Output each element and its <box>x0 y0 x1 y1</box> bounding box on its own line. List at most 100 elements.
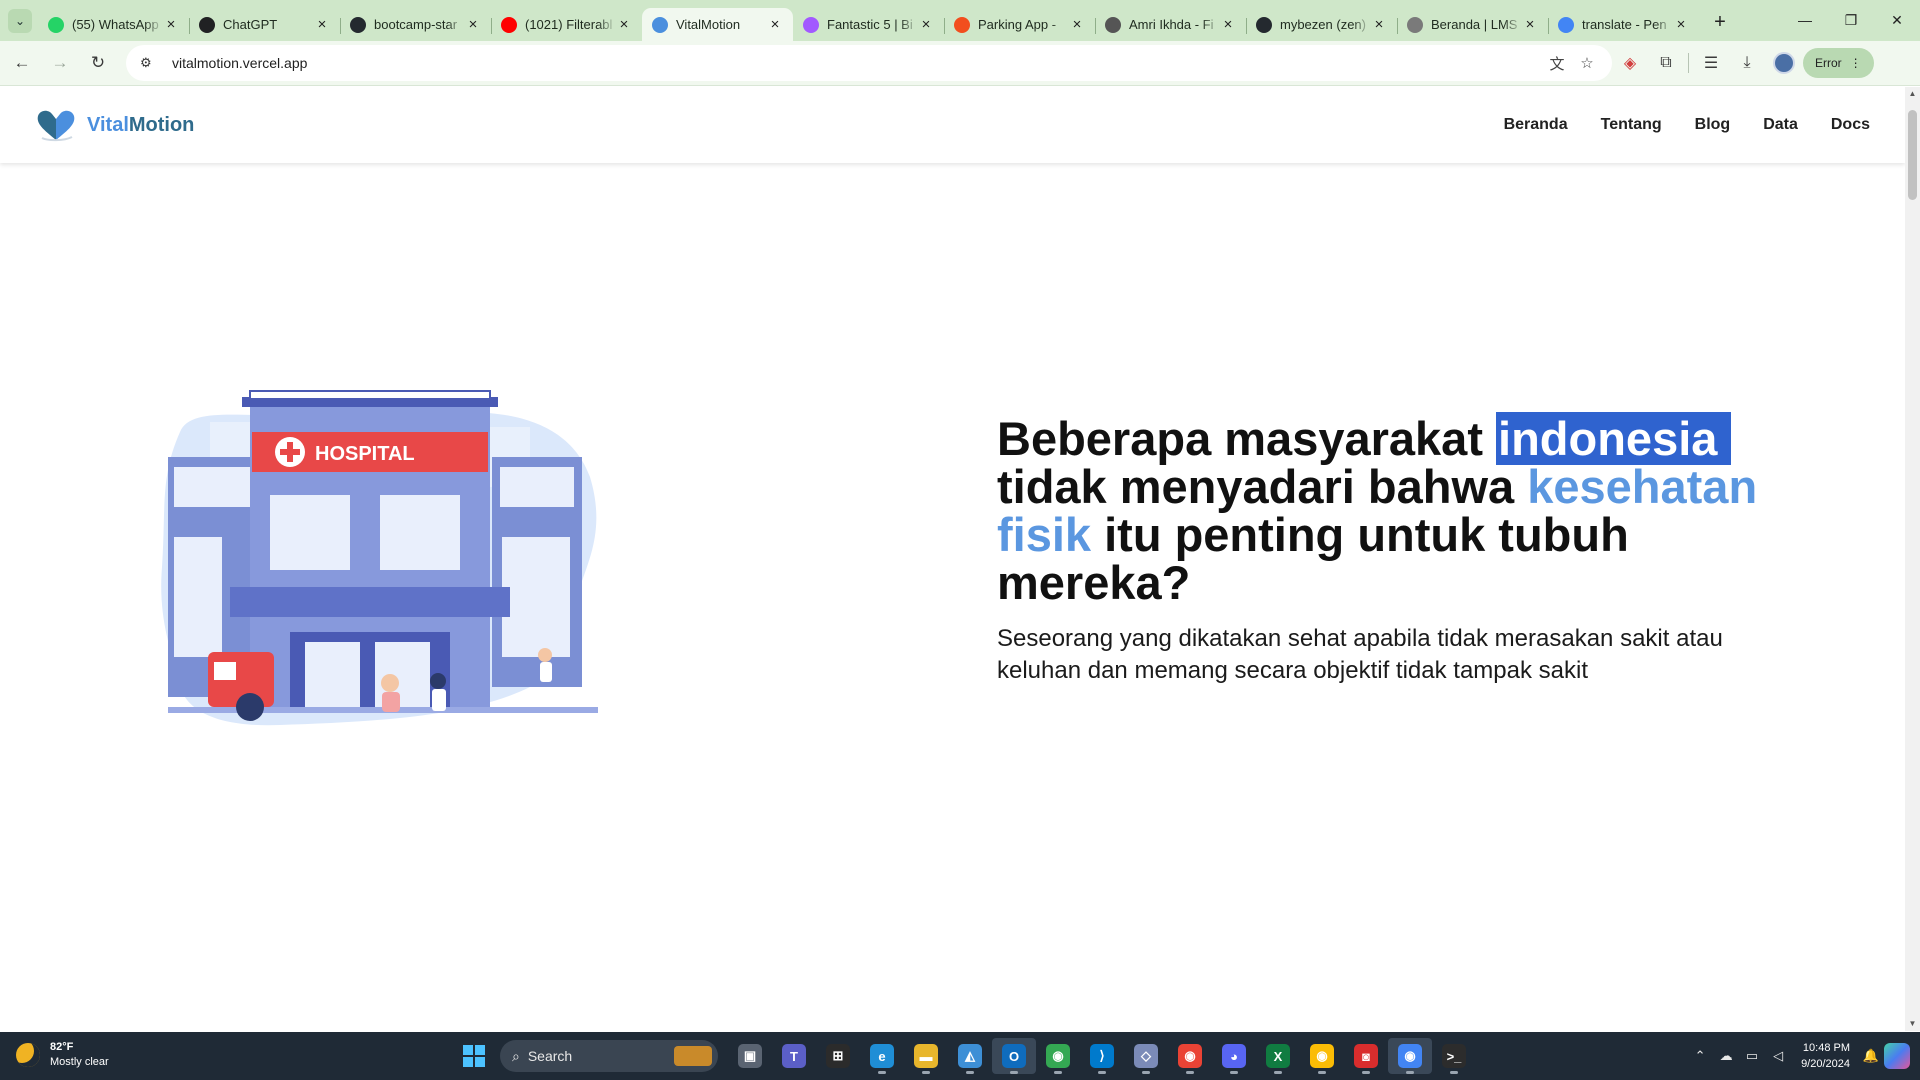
tray-overflow-chevron-icon[interactable]: ⌃ <box>1687 1048 1713 1064</box>
tab-close-icon[interactable]: × <box>465 16 481 33</box>
reading-list-icon[interactable]: ☰ <box>1693 53 1729 73</box>
tab-close-icon[interactable]: × <box>918 16 934 33</box>
hero-headline: Beberapa masyarakat indonesia tidak meny… <box>997 412 1797 607</box>
system-tray: ⌃ ☁ ▭ ◁ 10:48 PM 9/20/2024 🔔 <box>1687 1032 1920 1080</box>
running-indicator <box>922 1071 930 1074</box>
nav-link-blog[interactable]: Blog <box>1695 116 1731 134</box>
tab-close-icon[interactable]: × <box>767 16 783 33</box>
page-scrollbar[interactable]: ▲ ▼ <box>1905 87 1920 1031</box>
tab-close-icon[interactable]: × <box>163 16 179 33</box>
browser-tab[interactable]: Amri Ikhda - Fi × <box>1095 8 1246 41</box>
running-indicator <box>1318 1071 1326 1074</box>
tab-close-icon[interactable]: × <box>314 16 330 33</box>
browser-tab[interactable]: Beranda | LMS × <box>1397 8 1548 41</box>
tab-title: ChatGPT <box>223 17 278 32</box>
start-button[interactable] <box>463 1045 485 1067</box>
volume-icon[interactable]: ◁ <box>1765 1048 1791 1064</box>
headline-selected-word: indonesia <box>1496 412 1732 465</box>
windows-logo-tile <box>463 1057 473 1067</box>
taskbar-app-chrome-profile[interactable]: ◉ <box>1168 1038 1212 1074</box>
weather-description: Mostly clear <box>50 1056 109 1068</box>
nav-link-docs[interactable]: Docs <box>1831 116 1870 134</box>
extension-red-icon[interactable]: ◈ <box>1612 53 1648 73</box>
nav-link-beranda[interactable]: Beranda <box>1504 116 1568 134</box>
browser-tab[interactable]: VitalMotion × <box>642 8 793 41</box>
site-logo[interactable]: VitalMotion <box>34 108 194 142</box>
url-text[interactable]: vitalmotion.vercel.app <box>172 55 1542 71</box>
restore-button[interactable]: ❐ <box>1828 0 1874 40</box>
error-chip[interactable]: Error ⋮ <box>1803 48 1874 78</box>
taskbar-search[interactable]: ⌕ Search <box>500 1040 718 1072</box>
minimize-button[interactable]: — <box>1782 0 1828 40</box>
browser-tab[interactable]: Parking App - × <box>944 8 1095 41</box>
running-indicator <box>1362 1071 1370 1074</box>
network-icon[interactable]: ▭ <box>1739 1048 1765 1064</box>
taskbar-app-chrome-profile-2[interactable]: ◉ <box>1300 1038 1344 1074</box>
tab-close-icon[interactable]: × <box>1522 16 1538 33</box>
nav-link-tentang[interactable]: Tentang <box>1601 116 1662 134</box>
taskbar-app-excel[interactable]: X <box>1256 1038 1300 1074</box>
back-button[interactable]: ← <box>6 47 38 79</box>
scroll-down-arrow-icon[interactable]: ▼ <box>1905 1017 1920 1031</box>
clock[interactable]: 10:48 PM 9/20/2024 <box>1801 1040 1850 1072</box>
reload-button[interactable]: ↻ <box>82 47 114 79</box>
close-window-button[interactable]: ✕ <box>1874 0 1920 40</box>
photos-icon: ◭ <box>958 1044 982 1068</box>
taskbar-app-chrome[interactable]: ◉ <box>1036 1038 1080 1074</box>
browser-tab[interactable]: bootcamp-star × <box>340 8 491 41</box>
browser-tab[interactable]: (1021) Filterabl × <box>491 8 642 41</box>
site-info-icon[interactable]: ⚙ <box>140 55 160 71</box>
running-indicator <box>1054 1071 1062 1074</box>
taskbar-app-teams[interactable]: T <box>772 1038 816 1074</box>
bookmark-star-icon[interactable]: ☆ <box>1572 54 1602 72</box>
nav-link-data[interactable]: Data <box>1763 116 1798 134</box>
taskbar-app-vscode[interactable]: ⟩ <box>1080 1038 1124 1074</box>
translate-icon[interactable]: 文 <box>1542 53 1572 74</box>
taskbar-app-photos[interactable]: ◭ <box>948 1038 992 1074</box>
scroll-up-arrow-icon[interactable]: ▲ <box>1905 87 1920 101</box>
profile-avatar[interactable] <box>1773 52 1795 74</box>
taskbar-app-outlook[interactable]: O <box>992 1038 1036 1074</box>
taskbar-app-git-extension[interactable]: ◇ <box>1124 1038 1168 1074</box>
browser-tab[interactable]: ChatGPT × <box>189 8 340 41</box>
notification-bell-icon[interactable]: 🔔 <box>1858 1048 1884 1064</box>
taskbar-app-chrome-active[interactable]: ◉ <box>1388 1038 1432 1074</box>
downloads-icon[interactable]: ⤓ <box>1729 54 1765 72</box>
heart-logo-icon <box>37 110 75 142</box>
extensions-puzzle-icon[interactable]: ⧉ <box>1648 54 1684 72</box>
scroll-thumb[interactable] <box>1908 110 1917 200</box>
browser-tab[interactable]: mybezen (zen) × <box>1246 8 1397 41</box>
hospital-sign-text: HOSPITAL <box>315 443 415 465</box>
onedrive-error-icon[interactable]: ☁ <box>1713 1048 1739 1064</box>
tab-title: mybezen (zen) <box>1280 17 1366 32</box>
github-icon <box>1256 16 1272 33</box>
browser-tab[interactable]: Fantastic 5 | Bi × <box>793 8 944 41</box>
forward-button[interactable]: → <box>44 47 76 79</box>
address-bar[interactable]: ⚙ vitalmotion.vercel.app 文 ☆ <box>126 45 1612 81</box>
new-tab-button[interactable]: + <box>1705 8 1735 38</box>
taskbar-app-app-red[interactable]: ◙ <box>1344 1038 1388 1074</box>
running-indicator <box>966 1071 974 1074</box>
windows-logo-tile <box>475 1045 485 1055</box>
taskbar-app-edge[interactable]: e <box>860 1038 904 1074</box>
tab-search-button[interactable]: ⌄ <box>8 9 32 33</box>
taskbar-app-terminal[interactable]: >_ <box>1432 1038 1476 1074</box>
taskbar-app-task-view[interactable]: ▣ <box>728 1038 772 1074</box>
browser-tab[interactable]: (55) WhatsApp × <box>38 8 189 41</box>
github-icon <box>350 16 366 33</box>
weather-widget[interactable]: 82°F Mostly clear <box>16 1040 109 1070</box>
chrome-profile-icon: ◉ <box>1178 1044 1202 1068</box>
taskbar-app-file-explorer[interactable]: ▬ <box>904 1038 948 1074</box>
running-indicator <box>1230 1071 1238 1074</box>
tab-title: VitalMotion <box>676 17 741 32</box>
tab-close-icon[interactable]: × <box>1371 16 1387 33</box>
taskbar-app-discord[interactable]: ◕ <box>1212 1038 1256 1074</box>
tab-close-icon[interactable]: × <box>1220 16 1236 33</box>
tab-close-icon[interactable]: × <box>1069 16 1085 33</box>
copilot-icon[interactable] <box>1884 1043 1910 1069</box>
tab-close-icon[interactable]: × <box>616 16 632 33</box>
taskbar-app-store[interactable]: ⊞ <box>816 1038 860 1074</box>
running-indicator <box>878 1071 886 1074</box>
browser-tab[interactable]: translate - Pen × <box>1548 8 1699 41</box>
tab-close-icon[interactable]: × <box>1673 16 1689 33</box>
